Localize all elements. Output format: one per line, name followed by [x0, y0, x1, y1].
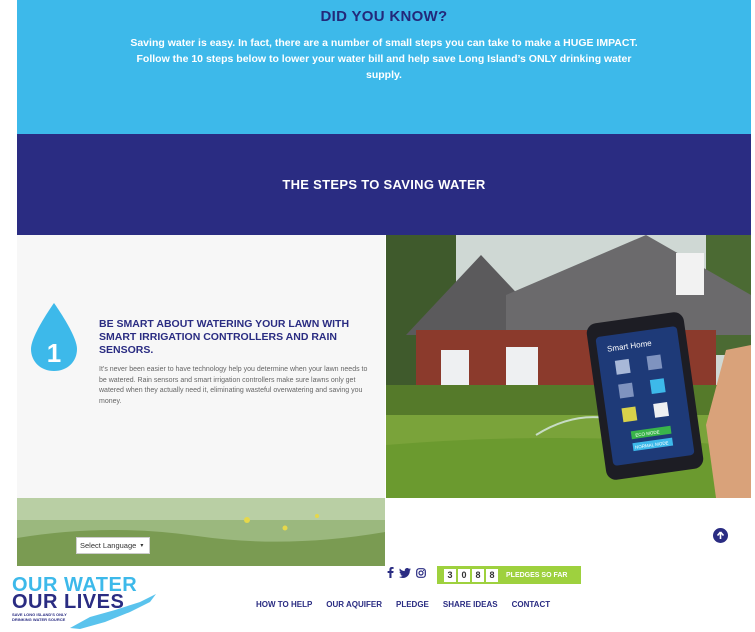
grass-illustration	[17, 498, 385, 566]
pledge-counter[interactable]: 3 0 8 8 PLEDGES SO FAR	[437, 566, 581, 584]
logo-tagline: SAVE LONG ISLAND'S ONLY DRINKING WATER S…	[12, 612, 67, 622]
arrow-up-circle-icon[interactable]	[713, 528, 728, 543]
banner-text: Saving water is easy. In fact, there are…	[130, 37, 638, 81]
pledge-label: PLEDGES SO FAR	[506, 571, 568, 579]
logo-line-2: OUR LIVES	[12, 591, 125, 613]
house-lawn-photo: Smart Home ECO MODE NORMAL MODE	[386, 235, 751, 498]
banner-title: DID YOU KNOW?	[320, 8, 448, 25]
pledge-digit: 3	[444, 568, 456, 582]
nav-pledge[interactable]: PLEDGE	[396, 600, 429, 609]
steps-header: THE STEPS TO SAVING WATER	[17, 134, 751, 235]
site-logo[interactable]: OUR WATER OUR LIVES SAVE LONG ISLAND'S O…	[10, 572, 160, 630]
grass-photo	[17, 498, 385, 566]
house-photo-illustration: Smart Home ECO MODE NORMAL MODE	[386, 235, 751, 498]
nav-our-aquifer[interactable]: OUR AQUIFER	[326, 600, 382, 609]
page: DID YOU KNOW? Saving water is easy. In f…	[0, 0, 755, 632]
step-body: It’s never been easier to have technolog…	[99, 366, 368, 405]
social-links	[387, 567, 426, 578]
step-title: BE SMART ABOUT WATERING YOUR LAWN WITH S…	[99, 318, 350, 356]
facebook-icon[interactable]	[387, 567, 394, 578]
pledge-digit: 8	[486, 568, 498, 582]
nav-contact[interactable]: CONTACT	[512, 600, 551, 609]
arrow-up-icon	[716, 531, 725, 539]
pledge-digit: 8	[472, 568, 484, 582]
nav-share-ideas[interactable]: SHARE IDEAS	[443, 600, 498, 609]
chevron-down-icon: ▾	[140, 543, 144, 549]
language-select[interactable]: Select Language ▾	[76, 537, 150, 554]
step-number: 1	[46, 338, 62, 368]
instagram-icon[interactable]	[416, 567, 426, 578]
nav-how-to-help[interactable]: HOW TO HELP	[256, 600, 312, 609]
did-you-know-banner: DID YOU KNOW? Saving water is easy. In f…	[17, 0, 751, 134]
step-card: 1 BE SMART ABOUT WATERING YOUR LAWN WITH…	[17, 235, 385, 498]
twitter-icon[interactable]	[399, 567, 411, 578]
steps-header-title: THE STEPS TO SAVING WATER	[282, 177, 486, 192]
language-select-label: Select Language	[80, 541, 137, 550]
main-nav: HOW TO HELP OUR AQUIFER PLEDGE SHARE IDE…	[256, 600, 550, 609]
pledge-digit: 0	[458, 568, 470, 582]
